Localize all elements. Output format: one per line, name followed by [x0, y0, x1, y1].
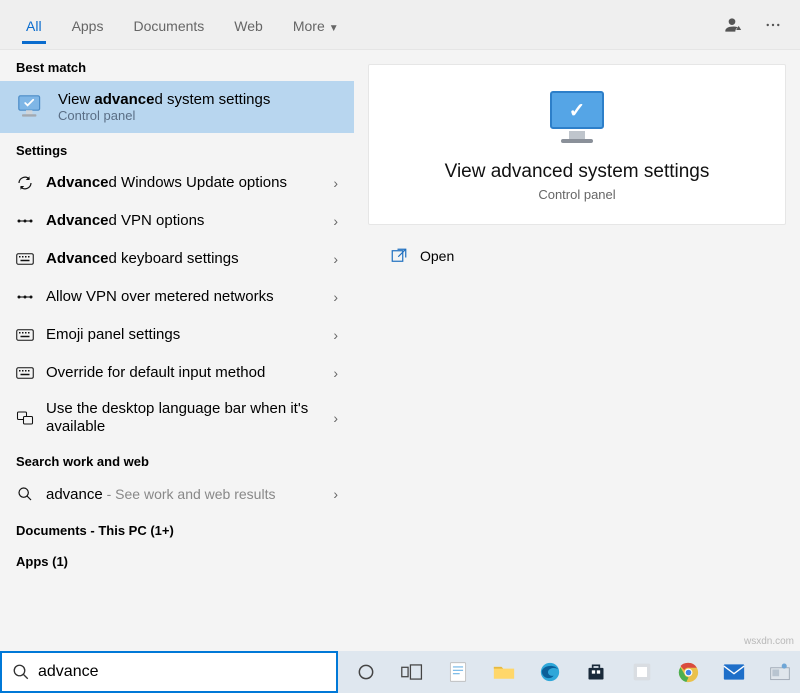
- taskbar-app-notepad[interactable]: [438, 651, 478, 693]
- tab-all[interactable]: All: [12, 4, 56, 46]
- taskbar-app-explorer[interactable]: [484, 651, 524, 693]
- item-rest: d Windows Update options: [109, 174, 287, 191]
- refresh-icon: [16, 174, 34, 192]
- taskbar-app-misc[interactable]: [760, 651, 800, 693]
- tab-more-label: More: [293, 18, 325, 34]
- taskbar: [338, 651, 800, 693]
- search-icon: [12, 663, 30, 681]
- feedback-icon[interactable]: [722, 15, 742, 35]
- best-match-label: Best match: [0, 50, 354, 81]
- bm-title-bold: advance: [94, 91, 154, 108]
- settings-item-keyboard[interactable]: Advanced keyboard settings ›: [0, 240, 354, 278]
- item-rest: d keyboard settings: [109, 250, 239, 267]
- bm-subtitle: Control panel: [58, 108, 270, 123]
- chevron-right-icon: ›: [333, 289, 338, 305]
- preview-card: ✓ View advanced system settings Control …: [368, 64, 786, 225]
- settings-label: Settings: [0, 133, 354, 164]
- item-rest: Allow VPN over metered networks: [46, 288, 321, 306]
- tab-more[interactable]: More ▼: [279, 4, 353, 46]
- computer-icon: ✓: [545, 91, 609, 143]
- tab-apps[interactable]: Apps: [58, 4, 118, 46]
- settings-item-update[interactable]: Advanced Windows Update options ›: [0, 164, 354, 202]
- language-icon: [16, 409, 34, 427]
- tab-web[interactable]: Web: [220, 4, 277, 46]
- cortana-icon[interactable]: [346, 651, 386, 693]
- taskbar-app-store[interactable]: [576, 651, 616, 693]
- tab-documents[interactable]: Documents: [119, 4, 218, 46]
- taskbar-app-generic[interactable]: [622, 651, 662, 693]
- search-tabs: All Apps Documents Web More ▼: [0, 0, 800, 50]
- best-match-text: View advanced system settings Control pa…: [58, 91, 270, 123]
- chevron-right-icon: ›: [333, 213, 338, 229]
- keyboard-icon: [16, 250, 34, 268]
- chevron-right-icon: ›: [333, 410, 338, 426]
- taskbar-app-edge[interactable]: [530, 651, 570, 693]
- preview-title: View advanced system settings: [445, 161, 710, 183]
- search-input[interactable]: [38, 663, 326, 681]
- taskbar-row: [0, 651, 800, 693]
- vpn-icon: [16, 212, 34, 230]
- item-rest: Override for default input method: [46, 364, 321, 382]
- item-rest: d VPN options: [109, 212, 205, 229]
- search-web-label: Search work and web: [0, 444, 354, 475]
- search-icon: [16, 485, 34, 503]
- chevron-right-icon: ›: [333, 365, 338, 381]
- open-label: Open: [420, 248, 454, 264]
- web-suffix: - See work and web results: [103, 486, 276, 502]
- taskbar-app-mail[interactable]: [714, 651, 754, 693]
- settings-item-input-override[interactable]: Override for default input method ›: [0, 354, 354, 392]
- search-box[interactable]: [0, 651, 338, 693]
- settings-item-langbar[interactable]: Use the desktop language bar when it's a…: [0, 392, 354, 444]
- settings-list: Advanced Windows Update options › Advanc…: [0, 164, 354, 444]
- item-bold: Advance: [46, 212, 109, 229]
- bm-title-rest: d system settings: [154, 91, 270, 108]
- keyboard-icon: [16, 364, 34, 382]
- web-query: advance: [46, 486, 103, 503]
- vpn-icon: [16, 288, 34, 306]
- preview-subtitle: Control panel: [538, 187, 615, 202]
- task-view-icon[interactable]: [392, 651, 432, 693]
- taskbar-app-chrome[interactable]: [668, 651, 708, 693]
- more-options-icon[interactable]: [764, 16, 782, 34]
- chevron-right-icon: ›: [333, 175, 338, 191]
- open-icon: [390, 247, 408, 265]
- settings-item-vpn[interactable]: Advanced VPN options ›: [0, 202, 354, 240]
- preview-pane: ✓ View advanced system settings Control …: [354, 50, 800, 651]
- item-bold: Advance: [46, 250, 109, 267]
- open-action[interactable]: Open: [384, 239, 770, 273]
- item-rest: Use the desktop language bar when it's a…: [46, 400, 321, 436]
- item-bold: Advance: [46, 174, 109, 191]
- watermark: wsxdn.com: [744, 636, 794, 647]
- computer-icon: [14, 95, 46, 119]
- settings-item-emoji[interactable]: Emoji panel settings ›: [0, 316, 354, 354]
- chevron-right-icon: ›: [333, 327, 338, 343]
- item-rest: Emoji panel settings: [46, 326, 321, 344]
- chevron-down-icon: ▼: [329, 23, 339, 34]
- bm-title-prefix: View: [58, 91, 94, 108]
- search-results: Best match View advanced system settings…: [0, 50, 800, 651]
- best-match-item[interactable]: View advanced system settings Control pa…: [0, 81, 354, 133]
- documents-label[interactable]: Documents - This PC (1+): [0, 513, 354, 544]
- settings-item-vpn-metered[interactable]: Allow VPN over metered networks ›: [0, 278, 354, 316]
- results-list: Best match View advanced system settings…: [0, 50, 354, 651]
- web-result-item[interactable]: advance - See work and web results ›: [0, 475, 354, 513]
- apps-count-label[interactable]: Apps (1): [0, 544, 354, 575]
- chevron-right-icon: ›: [333, 251, 338, 267]
- chevron-right-icon: ›: [333, 486, 338, 502]
- keyboard-icon: [16, 326, 34, 344]
- preview-actions: Open: [368, 225, 786, 287]
